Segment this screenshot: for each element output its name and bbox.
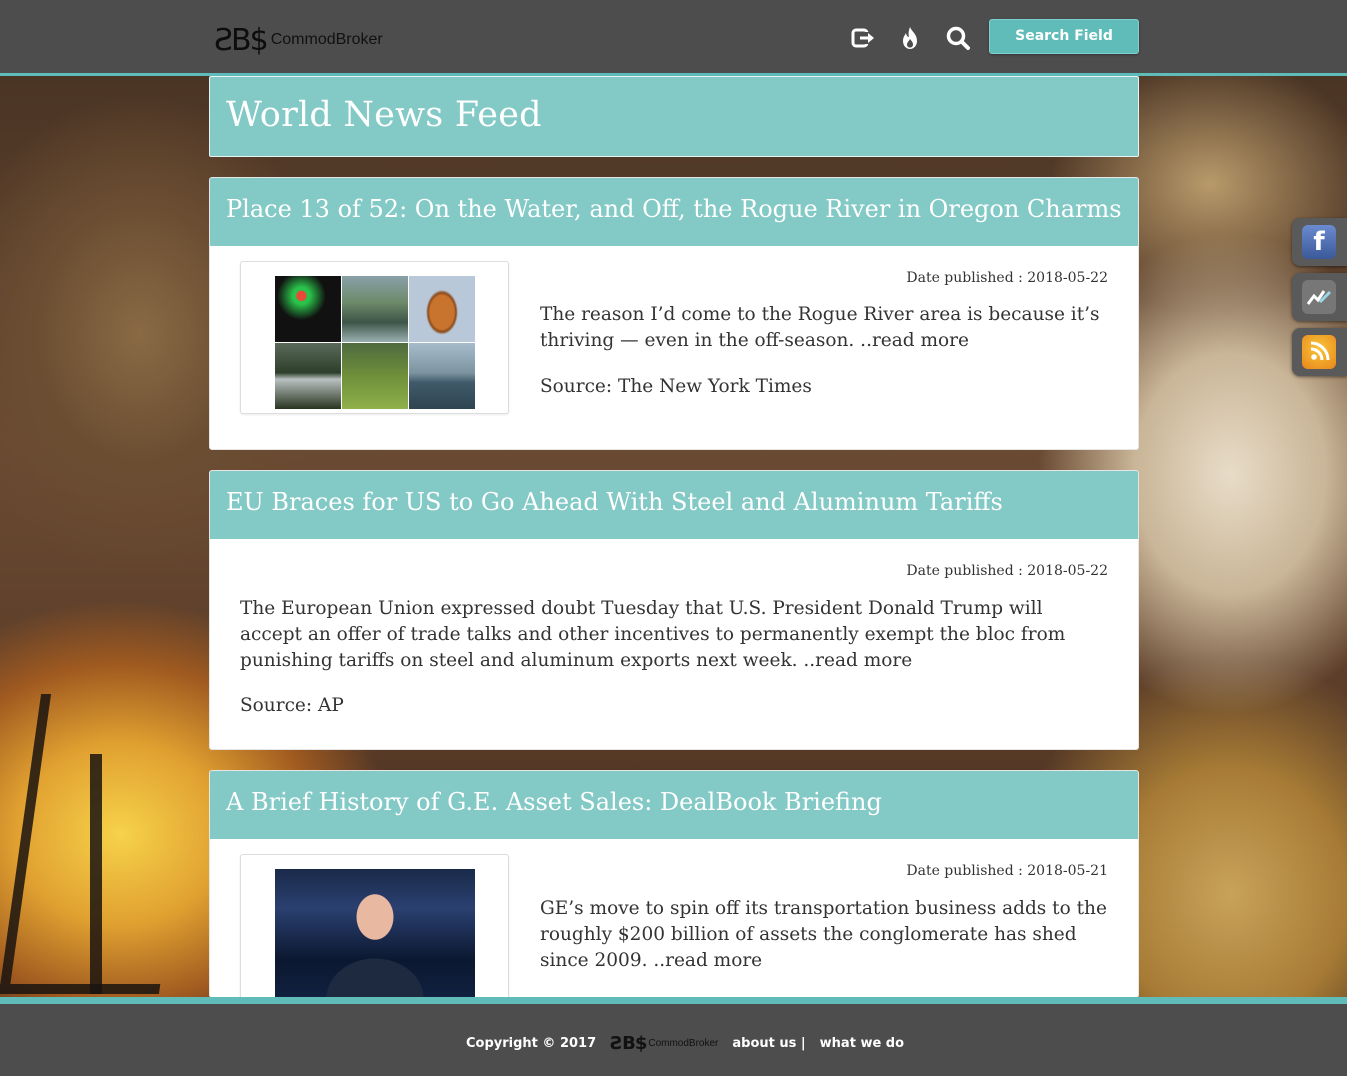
news-thumbnail-collage (275, 276, 475, 409)
news-description[interactable]: The reason I’d come to the Rogue River a… (540, 302, 1115, 354)
footer-logo-text: CommodBroker (648, 1037, 719, 1049)
news-title[interactable]: EU Braces for US to Go Ahead With Steel … (226, 488, 1003, 516)
site-logo[interactable]: ƧB$ CommodBroker (214, 20, 383, 60)
fire-icon[interactable] (896, 24, 924, 52)
thumbnail-image (342, 276, 408, 342)
news-card-header[interactable]: Place 13 of 52: On the Water, and Off, t… (210, 178, 1138, 246)
date-published: Date published : 2018-05-22 (906, 563, 1108, 579)
news-thumbnail-frame[interactable] (240, 261, 509, 414)
date-published: Date published : 2018-05-21 (906, 863, 1108, 879)
news-description[interactable]: The European Union expressed doubt Tuesd… (240, 596, 1110, 674)
news-card: Place 13 of 52: On the Water, and Off, t… (209, 177, 1139, 450)
page-title-panel: World News Feed (209, 76, 1139, 157)
rss-icon (1302, 335, 1336, 369)
news-title[interactable]: A Brief History of G.E. Asset Sales: Dea… (226, 788, 882, 816)
news-card-header[interactable]: EU Braces for US to Go Ahead With Steel … (210, 471, 1138, 539)
news-card: EU Braces for US to Go Ahead With Steel … (209, 470, 1139, 750)
thumbnail-image (409, 276, 475, 342)
news-card-header[interactable]: A Brief History of G.E. Asset Sales: Dea… (210, 771, 1138, 839)
thumbnail-image (409, 343, 475, 409)
news-description[interactable]: GE’s move to spin off its transportation… (540, 896, 1115, 974)
facebook-icon: f (1302, 225, 1336, 259)
thumbnail-image (275, 276, 341, 342)
tradingview-share[interactable] (1292, 273, 1347, 321)
logo-mark: ƧB$ (214, 22, 269, 58)
news-thumbnail-frame[interactable] (240, 854, 509, 997)
news-source: Source: AP (240, 695, 344, 716)
page-title: World News Feed (226, 95, 542, 135)
footer: Copyright © 2017 ƧB$ CommodBroker about … (0, 997, 1347, 1076)
news-card: A Brief History of G.E. Asset Sales: Dea… (209, 770, 1139, 998)
top-navbar: ƧB$ CommodBroker Search Field (0, 0, 1347, 76)
thumbnail-image (275, 343, 341, 409)
news-source: Source: The New York Times (540, 376, 812, 397)
about-us-link[interactable]: about us | (732, 1036, 805, 1051)
news-title[interactable]: Place 13 of 52: On the Water, and Off, t… (226, 195, 1122, 223)
tradingview-icon (1302, 280, 1336, 314)
news-thumbnail-image (275, 869, 475, 997)
oil-derrick-post (90, 754, 102, 994)
facebook-share[interactable]: f (1292, 218, 1347, 266)
logo-text: CommodBroker (270, 31, 383, 48)
footer-logo[interactable]: ƧB$ CommodBroker (610, 1033, 718, 1054)
copyright-text: Copyright © 2017 (466, 1035, 597, 1051)
logout-icon[interactable] (850, 24, 878, 52)
search-field-button[interactable]: Search Field (989, 19, 1139, 54)
date-published: Date published : 2018-05-22 (906, 270, 1108, 286)
what-we-do-link[interactable]: what we do (820, 1036, 904, 1051)
footer-logo-mark: ƧB$ (610, 1032, 647, 1054)
search-icon[interactable] (944, 24, 972, 52)
rss-feed[interactable] (1292, 328, 1347, 376)
thumbnail-image (342, 343, 408, 409)
